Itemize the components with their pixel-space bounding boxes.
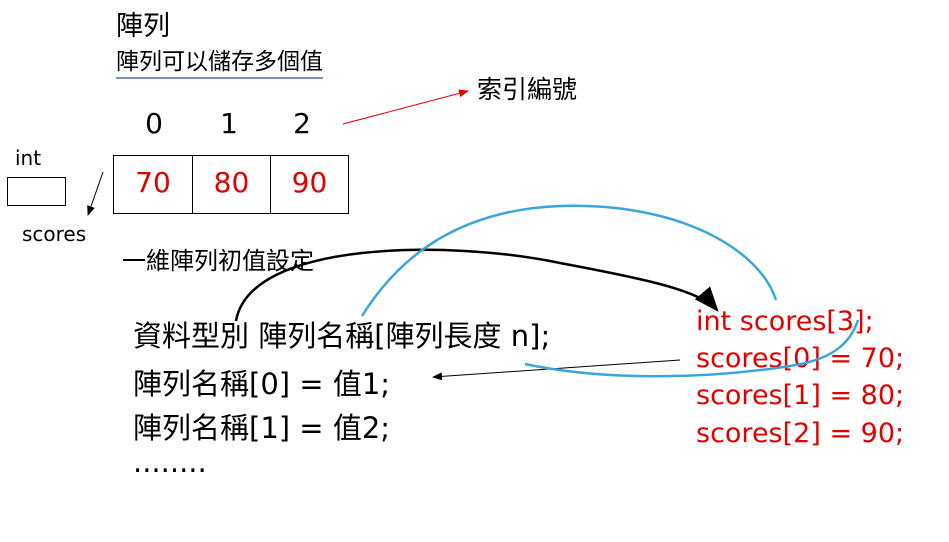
index-arrow <box>342 89 469 125</box>
reference-arrow <box>87 171 104 216</box>
annotation-overlay <box>87 89 860 381</box>
declaration-curve <box>234 248 719 322</box>
blue-curve <box>360 204 860 378</box>
